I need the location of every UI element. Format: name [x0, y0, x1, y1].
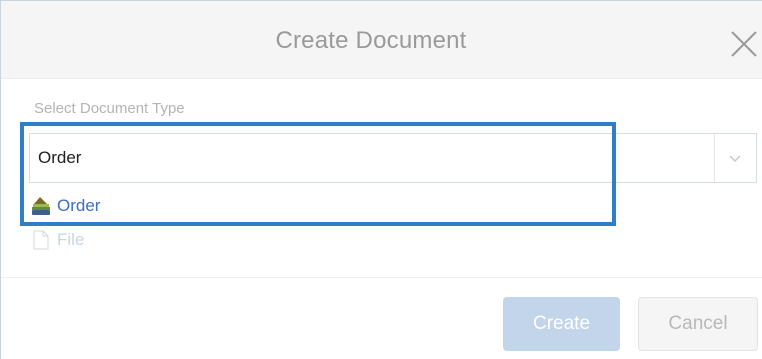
create-button[interactable]: Create — [503, 297, 620, 351]
footer-divider — [1, 277, 762, 278]
option-file[interactable]: File — [31, 227, 84, 253]
order-icon — [32, 197, 50, 215]
cancel-button[interactable]: Cancel — [638, 297, 758, 351]
document-type-label: Select Document Type — [34, 100, 185, 117]
close-icon[interactable] — [729, 29, 759, 59]
file-icon — [33, 230, 49, 250]
select-divider — [714, 134, 715, 182]
chevron-down-icon[interactable] — [727, 150, 743, 166]
document-type-input[interactable]: Order — [38, 148, 81, 168]
dialog-title: Create Document — [275, 27, 467, 54]
document-type-select[interactable]: Order — [29, 133, 757, 183]
option-file-label: File — [57, 230, 85, 249]
option-order-label: Order — [57, 196, 101, 215]
create-document-dialog: Create Document Select Document Type Ord… — [0, 0, 762, 359]
dialog-header: Create Document — [1, 1, 762, 79]
option-order[interactable]: Order — [31, 193, 100, 219]
